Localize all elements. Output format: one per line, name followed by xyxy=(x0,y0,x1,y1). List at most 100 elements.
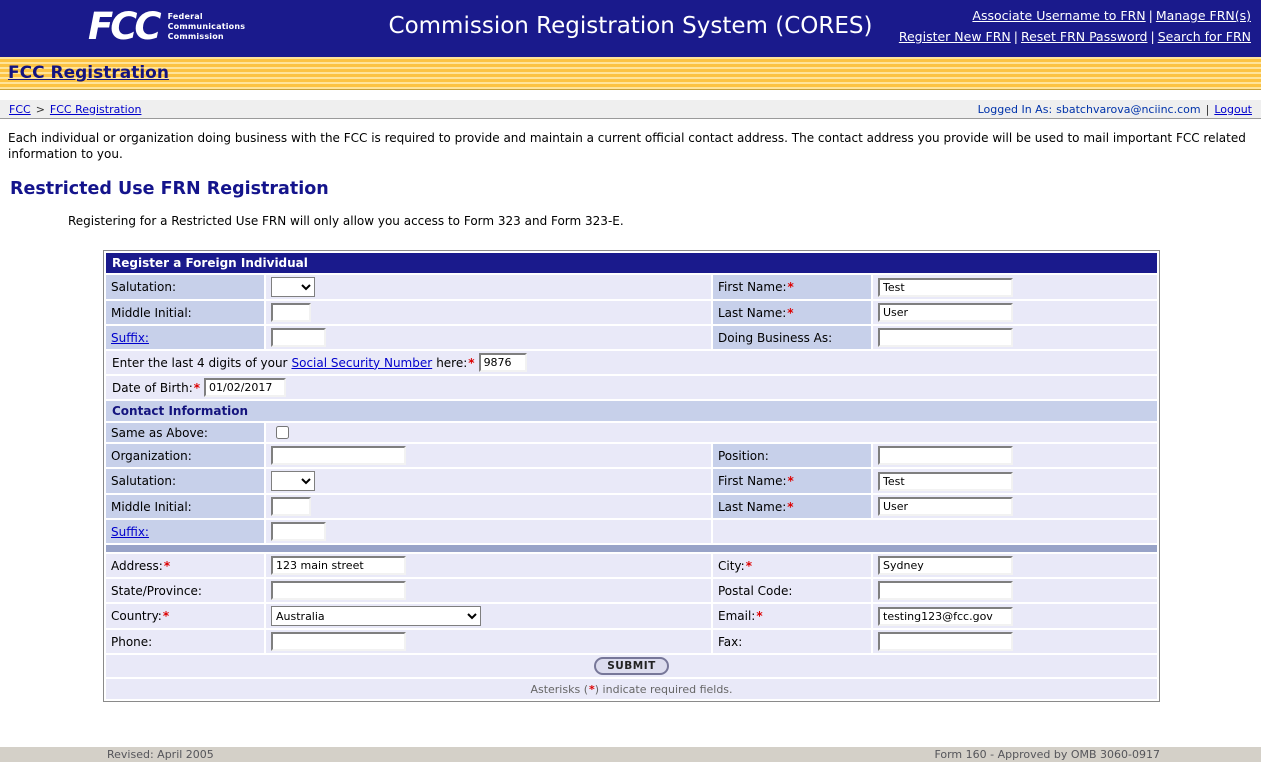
label-text: Last Name: xyxy=(718,306,786,320)
country-cell: Australia xyxy=(266,604,711,628)
last-name-cell-1 xyxy=(873,301,1157,324)
logout-link[interactable]: Logout xyxy=(1214,103,1252,116)
label-text: Position: xyxy=(718,449,769,463)
middle-initial-cell-1 xyxy=(266,301,711,324)
label-text: First Name: xyxy=(718,474,787,488)
page-title: Restricted Use FRN Registration xyxy=(10,179,1261,199)
middle-initial-label-2: Middle Initial: xyxy=(106,495,264,518)
same-as-above-cell xyxy=(266,423,1157,442)
middle-initial-input-1[interactable] xyxy=(271,303,311,322)
footer-form-approval: Form 160 - Approved by OMB 3060-0917 xyxy=(934,748,1160,761)
first-name-input-2[interactable] xyxy=(878,472,1013,491)
label-text: Date of Birth: xyxy=(112,381,193,395)
link-associate-username-to-frn[interactable]: Associate Username to FRN xyxy=(972,8,1145,23)
row-state: State/Province: Postal Code: xyxy=(106,579,1157,602)
label-text: First Name: xyxy=(718,280,787,294)
salutation-select-2[interactable] xyxy=(271,471,315,491)
dob-input[interactable] xyxy=(204,378,286,397)
ssn-last4-input[interactable] xyxy=(479,353,527,372)
label-text: Same as Above: xyxy=(111,426,208,440)
ssn-text-before: Enter the last 4 digits of your xyxy=(112,356,287,370)
salutation-select-1[interactable] xyxy=(271,277,315,297)
state-label: State/Province: xyxy=(106,579,264,602)
suffix-cell-1 xyxy=(266,326,711,349)
same-as-above-checkbox[interactable] xyxy=(276,426,289,439)
note-text-after: ) indicate required fields. xyxy=(595,683,733,696)
email-cell xyxy=(873,604,1157,628)
submit-button[interactable]: SUBMIT xyxy=(594,657,669,675)
label-text: Phone: xyxy=(111,635,152,649)
address-cell xyxy=(266,554,711,577)
postal-code-cell xyxy=(873,579,1157,602)
phone-cell xyxy=(266,630,711,653)
link-search-for-frn[interactable]: Search for FRN xyxy=(1158,29,1251,44)
position-label: Position: xyxy=(713,444,871,467)
first-name-cell-2 xyxy=(873,469,1157,493)
required-asterisk: * xyxy=(194,381,200,395)
row-salutation-1: Salutation: First Name:* xyxy=(106,275,1157,299)
required-asterisk: * xyxy=(164,559,170,573)
suffix-empty-cell xyxy=(713,520,1157,543)
required-asterisk: * xyxy=(746,559,752,573)
position-input[interactable] xyxy=(878,446,1013,465)
first-name-label-1: First Name:* xyxy=(713,275,871,299)
phone-input[interactable] xyxy=(271,632,406,651)
salutation-cell-1 xyxy=(266,275,711,299)
state-input[interactable] xyxy=(271,581,406,600)
row-same-as-above: Same as Above: xyxy=(106,423,1157,442)
dba-input[interactable] xyxy=(878,328,1013,347)
label-text: Last Name: xyxy=(718,500,786,514)
state-cell xyxy=(266,579,711,602)
suffix-link-2[interactable]: Suffix: xyxy=(111,525,149,539)
link-register-new-frn[interactable]: Register New FRN xyxy=(899,29,1011,44)
city-cell xyxy=(873,554,1157,577)
fcc-registration-banner-link[interactable]: FCC Registration xyxy=(8,63,169,83)
pipe-separator: | xyxy=(1014,29,1018,44)
postal-code-input[interactable] xyxy=(878,581,1013,600)
first-name-input-1[interactable] xyxy=(878,278,1013,297)
footer: Revised: April 2005 Form 160 - Approved … xyxy=(0,747,1261,762)
required-asterisk: * xyxy=(787,306,793,320)
label-text: City: xyxy=(718,559,745,573)
row-organization: Organization: Position: xyxy=(106,444,1157,467)
suffix-input-2[interactable] xyxy=(271,522,326,541)
link-reset-frn-password[interactable]: Reset FRN Password xyxy=(1021,29,1147,44)
breadcrumb-fcc-registration-link[interactable]: FCC Registration xyxy=(50,103,142,116)
fax-input[interactable] xyxy=(878,632,1013,651)
country-select[interactable]: Australia xyxy=(271,606,481,626)
required-asterisk: * xyxy=(163,609,169,623)
required-asterisk: * xyxy=(756,609,762,623)
city-label: City:* xyxy=(713,554,871,577)
gold-banner: FCC Registration xyxy=(0,57,1261,90)
suffix-input-1[interactable] xyxy=(271,328,326,347)
registration-form: Register a Foreign Individual Salutation… xyxy=(103,250,1160,702)
row-country: Country:* Australia Email:* xyxy=(106,604,1157,628)
email-input[interactable] xyxy=(878,607,1013,626)
middle-initial-input-2[interactable] xyxy=(271,497,311,516)
postal-code-label: Postal Code: xyxy=(713,579,871,602)
city-input[interactable] xyxy=(878,556,1013,575)
note-text-before: Asterisks ( xyxy=(530,683,588,696)
row-address: Address:* City:* xyxy=(106,554,1157,577)
salutation-label-2: Salutation: xyxy=(106,469,264,493)
address-input[interactable] xyxy=(271,556,406,575)
label-text: Address: xyxy=(111,559,163,573)
middle-initial-label-1: Middle Initial: xyxy=(106,301,264,324)
row-suffix-2: Suffix: xyxy=(106,520,1157,543)
breadcrumb-fcc-link[interactable]: FCC xyxy=(9,103,31,116)
ssn-help-link[interactable]: Social Security Number xyxy=(291,356,432,370)
first-name-cell-1 xyxy=(873,275,1157,299)
last-name-input-1[interactable] xyxy=(878,303,1013,322)
label-text: Middle Initial: xyxy=(111,500,192,514)
link-manage-frns[interactable]: Manage FRN(s) xyxy=(1156,8,1251,23)
last-name-input-2[interactable] xyxy=(878,497,1013,516)
ssn-text-after: here:* xyxy=(436,356,474,370)
organization-cell xyxy=(266,444,711,467)
suffix-link-1[interactable]: Suffix: xyxy=(111,331,149,345)
label-text: Middle Initial: xyxy=(111,306,192,320)
section-header-foreign-individual: Register a Foreign Individual xyxy=(106,253,1157,273)
intro-text: Each individual or organization doing bu… xyxy=(8,131,1253,162)
organization-input[interactable] xyxy=(271,446,406,465)
last-name-label-1: Last Name:* xyxy=(713,301,871,324)
header: FCC Federal Communications Commission Co… xyxy=(0,0,1261,57)
